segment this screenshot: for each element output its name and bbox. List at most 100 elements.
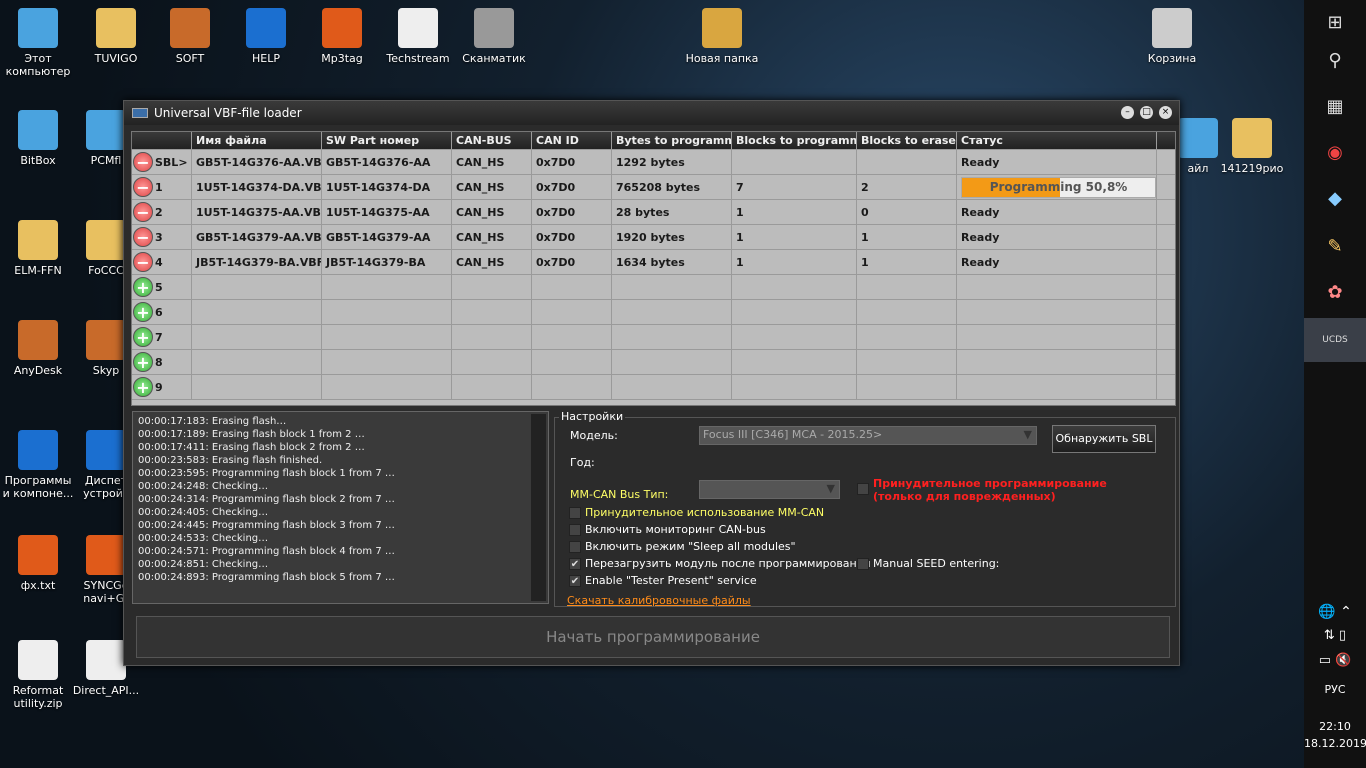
checkbox[interactable] bbox=[857, 483, 869, 495]
remove-icon[interactable]: − bbox=[133, 252, 153, 272]
option-checkbox[interactable]: Включить мониторинг CAN-bus bbox=[569, 523, 766, 536]
checkbox[interactable] bbox=[569, 523, 581, 536]
option-checkbox[interactable]: Принудительное использование MM-CAN bbox=[569, 506, 824, 519]
column-header[interactable] bbox=[132, 132, 192, 149]
column-header[interactable]: Blocks to erase bbox=[857, 132, 957, 149]
slot-label: 1 bbox=[155, 180, 163, 194]
app-icon[interactable]: ✿ bbox=[1304, 270, 1366, 314]
download-calibration-link[interactable]: Скачать калибровочные файлы bbox=[567, 594, 751, 607]
desktop-icon[interactable]: Этот компьютер bbox=[0, 8, 76, 78]
table-row[interactable]: −2 1U5T-14G375-AA.VBF 1U5T-14G375-AA CAN_HS… bbox=[132, 200, 1175, 225]
search-icon[interactable]: ⚲ bbox=[1304, 38, 1366, 82]
calculator-icon[interactable]: ▦ bbox=[1304, 84, 1366, 128]
file-cell: 1U5T-14G375-AA.VBF bbox=[192, 200, 322, 224]
bus-cell: CAN_HS bbox=[452, 250, 532, 274]
minimize-button[interactable]: – bbox=[1121, 106, 1134, 119]
checkbox[interactable]: ✔ bbox=[569, 557, 581, 570]
add-icon[interactable]: + bbox=[133, 352, 153, 372]
file-cell: 1U5T-14G374-DA.VBF bbox=[192, 175, 322, 199]
ucds-taskbar-icon[interactable]: UCDS bbox=[1304, 318, 1366, 362]
log-scrollbar[interactable] bbox=[531, 414, 546, 601]
desktop-icon[interactable]: Программы и компоне... bbox=[0, 430, 76, 500]
log-output[interactable]: 00:00:17:183: Erasing flash… 00:00:17:189… bbox=[132, 411, 549, 604]
mmcan-select[interactable] bbox=[699, 480, 840, 499]
chrome-icon[interactable]: ◉ bbox=[1304, 130, 1366, 174]
part-cell bbox=[322, 275, 452, 299]
close-button[interactable]: × bbox=[1159, 106, 1172, 119]
detect-sbl-button[interactable]: Обнаружить SBL bbox=[1052, 425, 1156, 453]
column-header[interactable]: CAN ID bbox=[532, 132, 612, 149]
checkbox[interactable] bbox=[569, 540, 581, 553]
remove-icon[interactable]: − bbox=[133, 177, 153, 197]
checkbox[interactable]: ✔ bbox=[569, 574, 581, 587]
remove-icon[interactable]: − bbox=[133, 202, 153, 222]
table-row[interactable]: +8 bbox=[132, 350, 1175, 375]
part-cell bbox=[322, 300, 452, 324]
clock-time[interactable]: 22:10 bbox=[1304, 720, 1366, 733]
paint-icon[interactable]: ✎ bbox=[1304, 224, 1366, 268]
app-icon[interactable]: ◆ bbox=[1304, 176, 1366, 220]
desktop-icon[interactable]: TUVIGO bbox=[78, 8, 154, 65]
add-icon[interactable]: + bbox=[133, 277, 153, 297]
desktop-icon-label: Сканматик bbox=[462, 52, 526, 65]
table-row[interactable]: +5 bbox=[132, 275, 1175, 300]
erase-cell bbox=[857, 350, 957, 374]
table-row[interactable]: −1 1U5T-14G374-DA.VBF 1U5T-14G374-DA CAN_HS… bbox=[132, 175, 1175, 200]
erase-cell: 2 bbox=[857, 175, 957, 199]
column-header[interactable]: Статус bbox=[957, 132, 1157, 149]
table-row[interactable]: +6 bbox=[132, 300, 1175, 325]
column-header[interactable]: Имя файла bbox=[192, 132, 322, 149]
option-checkbox[interactable]: ✔ Перезагрузить модуль после программиров… bbox=[569, 557, 871, 570]
option-checkbox[interactable]: ✔ Enable "Tester Present" service bbox=[569, 574, 757, 587]
column-header[interactable]: Bytes to programm bbox=[612, 132, 732, 149]
desktop-icon[interactable]: Новая папка bbox=[684, 8, 760, 65]
model-select[interactable]: Focus III [C346] MCA - 2015.25> bbox=[699, 426, 1037, 445]
desktop-icon[interactable]: фх.txt bbox=[0, 535, 76, 592]
battery-volume-icon[interactable]: ▭ 🔇 bbox=[1304, 653, 1366, 668]
remove-icon[interactable]: − bbox=[133, 152, 153, 172]
checkbox[interactable] bbox=[569, 506, 581, 519]
desktop-icon[interactable]: Mp3tag bbox=[304, 8, 380, 65]
desktop-icon[interactable]: Корзина bbox=[1134, 8, 1210, 65]
table-row[interactable]: +9 bbox=[132, 375, 1175, 400]
column-header[interactable]: SW Part номер bbox=[322, 132, 452, 149]
desktop-icon[interactable]: HELP bbox=[228, 8, 304, 65]
desktop-icon-label: SOFT bbox=[175, 52, 205, 65]
file-cell: GB5T-14G376-AA.VBF bbox=[192, 150, 322, 174]
language-indicator[interactable]: РУС bbox=[1304, 683, 1366, 696]
manual-seed-checkbox[interactable]: Manual SEED entering: bbox=[857, 557, 999, 570]
network-icon[interactable]: 🌐 ⌃ bbox=[1304, 604, 1366, 620]
shortcut-icon bbox=[18, 320, 58, 360]
desktop-icon[interactable]: Techstream bbox=[380, 8, 456, 65]
option-checkbox[interactable]: Включить режим "Sleep all modules" bbox=[569, 540, 796, 553]
desktop-icon[interactable]: SOFT bbox=[152, 8, 228, 65]
desktop-icon[interactable]: BitBox bbox=[0, 110, 76, 167]
table-row[interactable]: − SBL> GB5T-14G376-AA.VBF GB5T-14G376-AA CAN… bbox=[132, 150, 1175, 175]
start-programming-button[interactable]: Начать программирование bbox=[136, 616, 1170, 658]
desktop-icon[interactable]: ELM-FFN bbox=[0, 220, 76, 277]
tray-icons[interactable]: ⇅ ▯ bbox=[1304, 628, 1366, 643]
column-header[interactable]: CAN-BUS bbox=[452, 132, 532, 149]
title-bar[interactable]: Universal VBF-file loader bbox=[124, 101, 1179, 125]
clock-date[interactable]: 18.12.2019 bbox=[1304, 737, 1366, 750]
add-icon[interactable]: + bbox=[133, 302, 153, 322]
progress-bar: Programming 50,8% bbox=[961, 176, 1156, 198]
remove-icon[interactable]: − bbox=[133, 227, 153, 247]
desktop-icon[interactable]: Reformat utility.zip bbox=[0, 640, 76, 710]
status-cell: Ready bbox=[957, 225, 1157, 249]
table-row[interactable]: +7 bbox=[132, 325, 1175, 350]
desktop-icon[interactable]: 141219рио bbox=[1214, 118, 1290, 175]
checkbox[interactable] bbox=[857, 557, 869, 570]
id-cell bbox=[532, 325, 612, 349]
header-spacer bbox=[1157, 132, 1175, 149]
desktop-icon[interactable]: Сканматик bbox=[456, 8, 532, 65]
column-header[interactable]: Blocks to programm bbox=[732, 132, 857, 149]
maximize-button[interactable]: □ bbox=[1140, 106, 1153, 119]
add-icon[interactable]: + bbox=[133, 377, 153, 397]
desktop-icon[interactable]: AnyDesk bbox=[0, 320, 76, 377]
add-icon[interactable]: + bbox=[133, 327, 153, 347]
table-row[interactable]: −4 JB5T-14G379-BA.VBF JB5T-14G379-BA CAN_HS… bbox=[132, 250, 1175, 275]
table-row[interactable]: −3 GB5T-14G379-AA.VBF GB5T-14G379-AA CAN_HS… bbox=[132, 225, 1175, 250]
erase-cell: 1 bbox=[857, 225, 957, 249]
force-programming-checkbox[interactable]: Принудительное программирование (только д… bbox=[857, 477, 1107, 503]
